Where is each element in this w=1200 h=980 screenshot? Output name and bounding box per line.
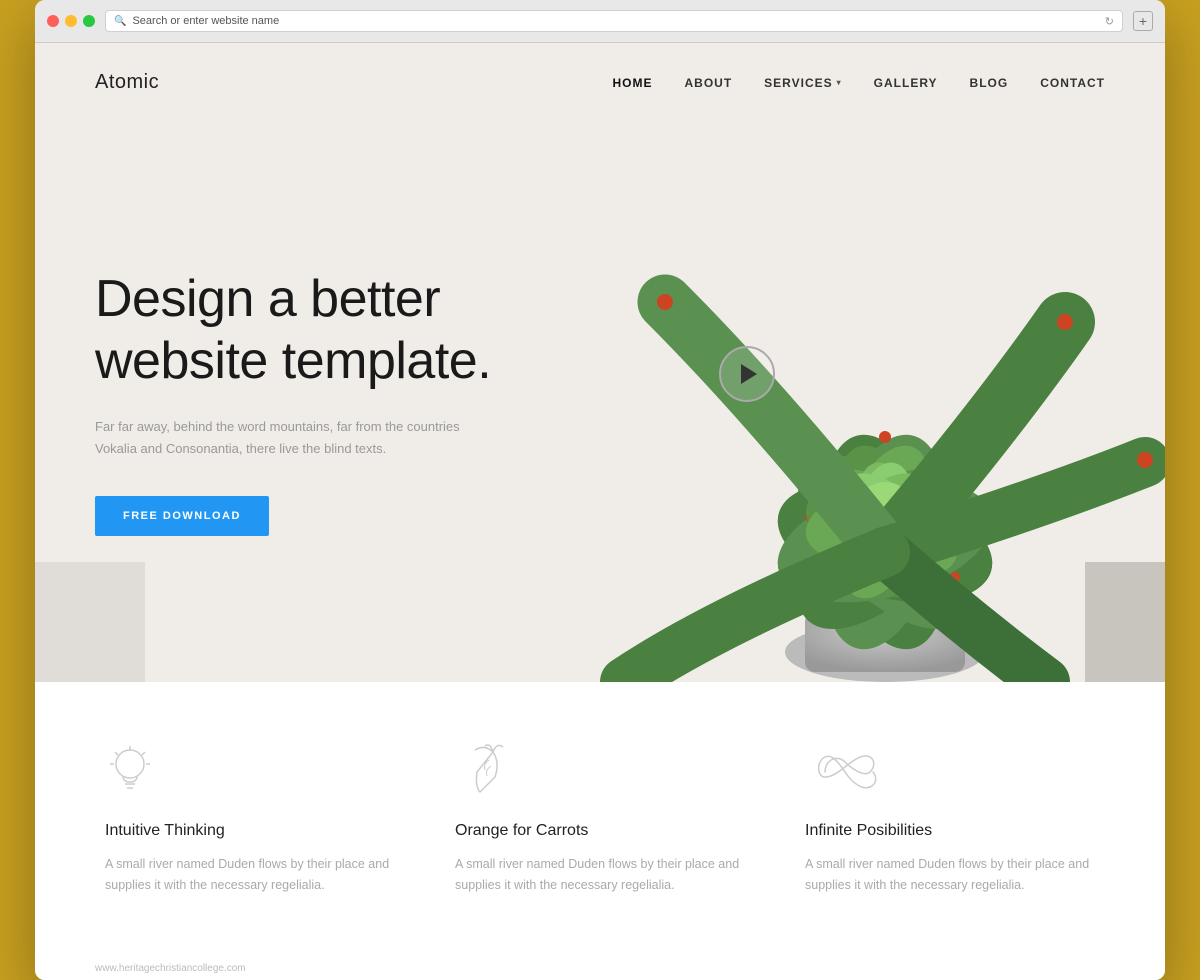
close-button[interactable]	[47, 15, 59, 27]
watermark: www.heritagechristiancollege.com	[35, 957, 1165, 980]
hero-plant-image	[565, 122, 1165, 682]
feature-orange-carrots: Orange for Carrots A small river named D…	[445, 742, 755, 897]
site-logo[interactable]: Atomic	[95, 71, 159, 94]
feature-infinite-possibilities: Infinite Posibilities A small river name…	[795, 742, 1105, 897]
feature-title-2: Orange for Carrots	[455, 822, 745, 840]
feature-title-3: Infinite Posibilities	[805, 822, 1095, 840]
download-button[interactable]: FREE DOWNLOAD	[95, 496, 269, 536]
address-text: Search or enter website name	[132, 15, 1098, 27]
hero-subtitle: Far far away, behind the word mountains,…	[95, 416, 475, 460]
nav-item-contact[interactable]: CONTACT	[1040, 76, 1105, 90]
nav-item-gallery[interactable]: GALLERY	[874, 76, 938, 90]
feature-title-1: Intuitive Thinking	[105, 822, 395, 840]
hero-title: Design a better website template.	[95, 268, 495, 393]
features-section: Intuitive Thinking A small river named D…	[35, 682, 1165, 957]
search-icon: 🔍	[114, 16, 126, 27]
nav-item-blog[interactable]: BLOG	[970, 76, 1009, 90]
feature-desc-3: A small river named Duden flows by their…	[805, 854, 1095, 897]
website-content: Atomic HOME ABOUT SERVICES ▾ GALLERY BLO…	[35, 43, 1165, 980]
feature-intuitive-thinking: Intuitive Thinking A small river named D…	[95, 742, 405, 897]
navigation: Atomic HOME ABOUT SERVICES ▾ GALLERY BLO…	[35, 43, 1165, 122]
refresh-icon[interactable]: ↻	[1105, 15, 1114, 28]
infinity-icon	[805, 742, 1095, 802]
nav-links: HOME ABOUT SERVICES ▾ GALLERY BLOG CONTA…	[613, 76, 1106, 90]
watermark-text: www.heritagechristiancollege.com	[95, 963, 246, 974]
carrot-icon	[455, 742, 745, 802]
chevron-down-icon: ▾	[837, 78, 842, 87]
feature-desc-2: A small river named Duden flows by their…	[455, 854, 745, 897]
play-icon	[741, 364, 757, 384]
left-strip	[35, 562, 145, 682]
minimize-button[interactable]	[65, 15, 77, 27]
hero-content: Design a better website template. Far fa…	[35, 268, 555, 537]
browser-chrome: 🔍 Search or enter website name ↻ +	[35, 0, 1165, 43]
lightbulb-icon	[105, 742, 395, 802]
nav-item-services[interactable]: SERVICES ▾	[764, 76, 841, 90]
browser-window: 🔍 Search or enter website name ↻ + Atomi…	[35, 0, 1165, 980]
maximize-button[interactable]	[83, 15, 95, 27]
new-tab-button[interactable]: +	[1133, 11, 1153, 31]
hero-section: Design a better website template. Far fa…	[35, 122, 1165, 682]
nav-item-home[interactable]: HOME	[613, 76, 653, 90]
browser-buttons	[47, 15, 95, 27]
address-bar[interactable]: 🔍 Search or enter website name ↻	[105, 10, 1123, 32]
feature-desc-1: A small river named Duden flows by their…	[105, 854, 395, 897]
nav-item-about[interactable]: ABOUT	[685, 76, 733, 90]
play-button[interactable]	[719, 346, 775, 402]
